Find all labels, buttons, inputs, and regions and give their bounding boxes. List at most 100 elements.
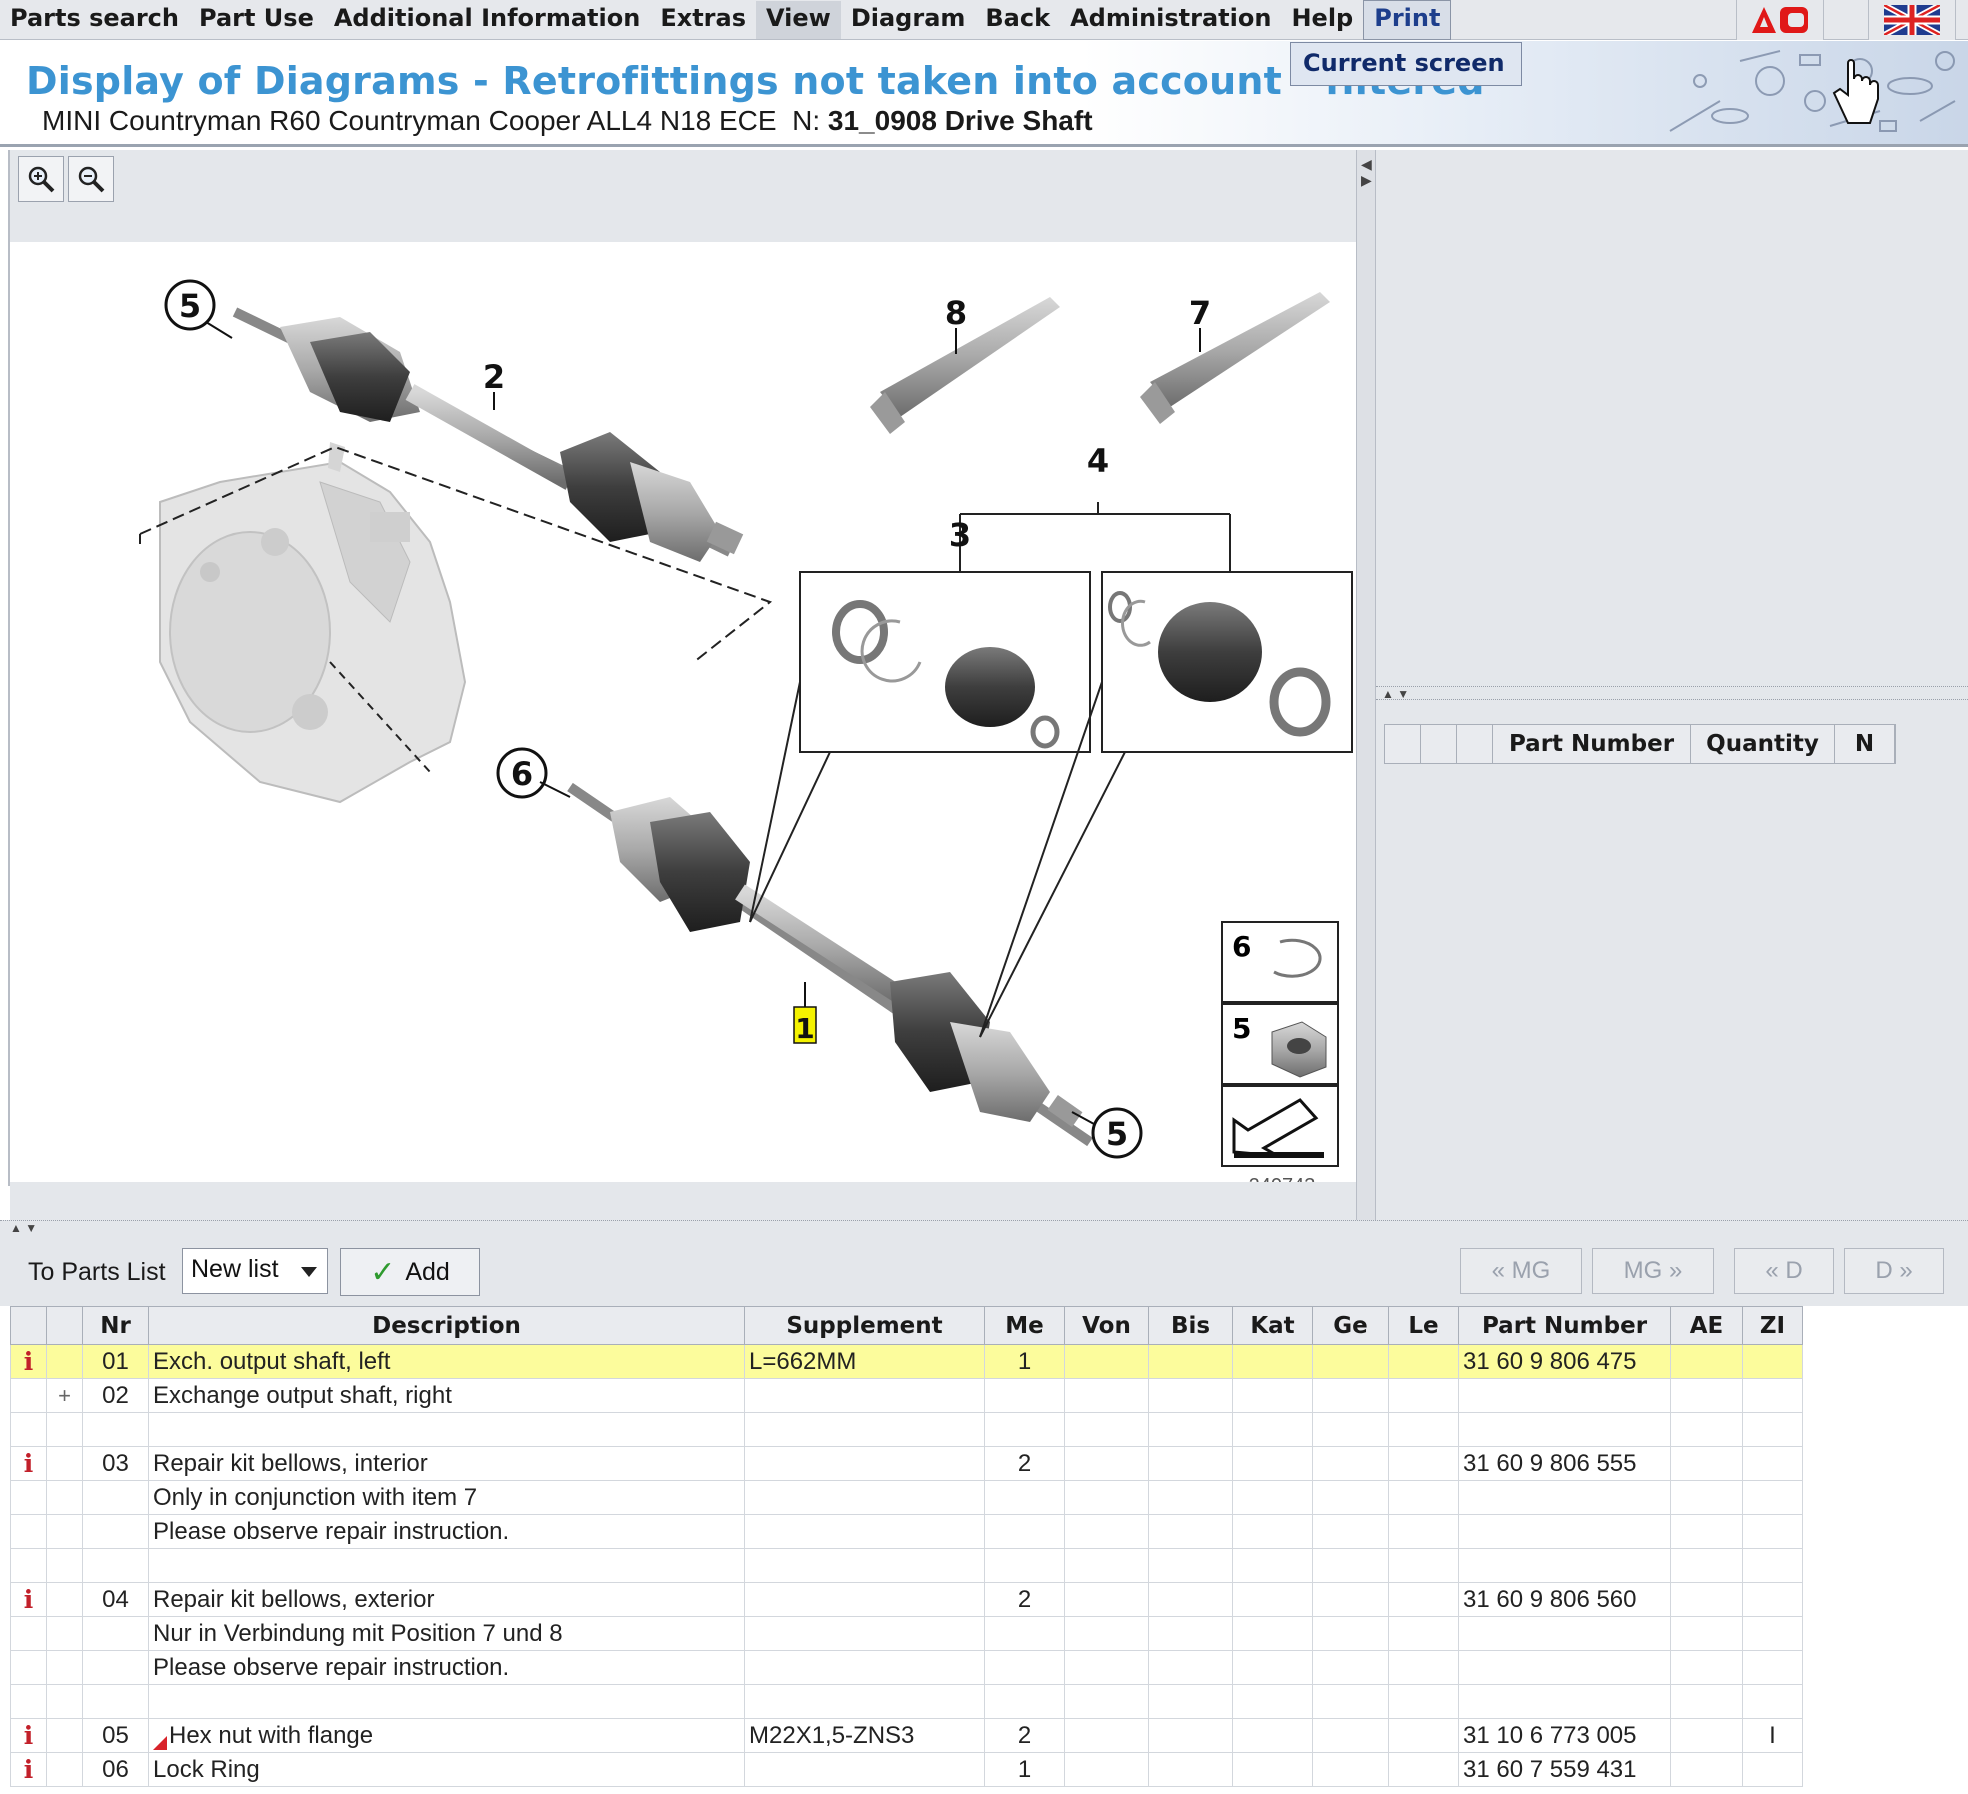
expand-plus-icon: +: [58, 1382, 71, 1408]
table-row[interactable]: i 01 Exch. output shaft, left L=662MM 1 31 60…: [10, 1344, 1803, 1379]
menu-part-use[interactable]: Part Use: [189, 1, 324, 39]
col-me[interactable]: Me: [984, 1306, 1065, 1345]
col-supplement[interactable]: Supplement: [744, 1306, 985, 1345]
col-kat[interactable]: Kat: [1232, 1306, 1313, 1345]
cell-ae: [1670, 1616, 1743, 1651]
callout-8[interactable]: 8: [945, 294, 967, 332]
prev-diagram-button[interactable]: « D: [1734, 1248, 1834, 1294]
splitter-arrows-icon: ◀ ▶: [1361, 156, 1372, 188]
right-pane-splitter[interactable]: ▲ ▼: [1376, 686, 1968, 701]
callout-3[interactable]: 3: [949, 516, 971, 554]
col-quantity[interactable]: Quantity: [1691, 725, 1835, 763]
callout-1-highlighted[interactable]: 1: [795, 1012, 814, 1045]
col-bis[interactable]: Bis: [1148, 1306, 1233, 1345]
cell-description: Please observe repair instruction.: [148, 1650, 745, 1685]
cell-description: [148, 1412, 745, 1447]
drive-shaft-diagram[interactable]: 5 2 8 7 4 3 6 1 5 6 5: [10, 242, 1358, 1182]
table-row[interactable]: Please observe repair instruction.: [10, 1650, 1803, 1685]
cell-quantity-me: 2: [984, 1446, 1065, 1481]
table-row[interactable]: i 06 Lock Ring 1 31 60 7 559 431: [10, 1752, 1803, 1787]
vertical-splitter[interactable]: ◀ ▶: [1356, 150, 1376, 1220]
horizontal-splitter[interactable]: ▲ ▼: [0, 1220, 1968, 1238]
quantity-me-text: 2: [1017, 1449, 1032, 1477]
cell-info-icon[interactable]: i: [10, 1344, 47, 1379]
cell-info-icon[interactable]: i: [10, 1752, 47, 1787]
col-description[interactable]: Description: [148, 1306, 745, 1345]
cell-quantity-me: [984, 1684, 1065, 1719]
vehicle-info: MINI Countryman R60 Countryman Cooper AL…: [42, 105, 1093, 137]
menu-administration[interactable]: Administration: [1060, 1, 1281, 39]
print-current-screen-option[interactable]: Current screen: [1290, 42, 1522, 86]
parts-list-select[interactable]: New list: [182, 1248, 328, 1294]
table-row[interactable]: i 04 Repair kit bellows, exterior 2 31 60 9 …: [10, 1582, 1803, 1617]
col-n[interactable]: N: [1835, 725, 1895, 763]
cell-le: [1388, 1412, 1459, 1447]
menu-view[interactable]: View: [756, 0, 841, 39]
table-row[interactable]: Please observe repair instruction.: [10, 1514, 1803, 1549]
item-nr-text: 05: [102, 1721, 129, 1749]
menu-extras[interactable]: Extras: [650, 1, 756, 39]
cell-ae: [1670, 1446, 1743, 1481]
cell-info-icon[interactable]: i: [10, 1582, 47, 1617]
col-info[interactable]: [10, 1306, 47, 1345]
part-number-text: 31 60 9 806 560: [1463, 1585, 1637, 1613]
lower-drive-shaft: [567, 782, 1093, 1147]
table-row[interactable]: [10, 1548, 1803, 1583]
callout-4[interactable]: 4: [1087, 442, 1109, 480]
menu-parts-search[interactable]: Parts search: [0, 1, 189, 39]
col-mark[interactable]: [46, 1306, 83, 1345]
menu-print[interactable]: Print: [1363, 0, 1452, 40]
col-von[interactable]: Von: [1064, 1306, 1149, 1345]
callout-5-top[interactable]: 5: [179, 287, 201, 325]
table-row[interactable]: Nur in Verbindung mit Position 7 und 8: [10, 1616, 1803, 1651]
cell-le: [1388, 1378, 1459, 1413]
cell-info-icon[interactable]: i: [10, 1446, 47, 1481]
cell-ae: [1670, 1650, 1743, 1685]
next-diagram-button[interactable]: D »: [1844, 1248, 1944, 1294]
col-part-number[interactable]: Part Number: [1458, 1306, 1671, 1345]
callout-7[interactable]: 7: [1189, 294, 1211, 332]
part-number-text: 31 10 6 773 005: [1463, 1721, 1637, 1749]
cell-info-icon[interactable]: i: [10, 1718, 47, 1753]
cell-zi: [1742, 1344, 1803, 1379]
table-row[interactable]: i 03 Repair kit bellows, interior 2 31 60 9 …: [10, 1446, 1803, 1481]
menu-additional-information[interactable]: Additional Information: [324, 1, 650, 39]
cell-supplement: [744, 1650, 985, 1685]
col-zi[interactable]: ZI: [1742, 1306, 1803, 1345]
next-main-group-button[interactable]: MG »: [1592, 1248, 1714, 1294]
col-part-number[interactable]: Part Number: [1493, 725, 1691, 763]
cell-von: [1064, 1446, 1149, 1481]
callout-6[interactable]: 6: [511, 755, 533, 793]
cell-le: [1388, 1650, 1459, 1685]
callout-2[interactable]: 2: [483, 358, 505, 396]
col-nr[interactable]: Nr: [82, 1306, 149, 1345]
menu-help[interactable]: Help: [1281, 1, 1363, 39]
col-le[interactable]: Le: [1388, 1306, 1459, 1345]
group-name: 31_0908 Drive Shaft: [827, 105, 1093, 136]
table-row[interactable]: i 05 Hex nut with flange M22X1,5-ZNS3 2 31 10…: [10, 1718, 1803, 1753]
col-ge[interactable]: Ge: [1312, 1306, 1389, 1345]
zoom-in-button[interactable]: [18, 156, 64, 202]
cell-description: [148, 1684, 745, 1719]
menu-back[interactable]: Back: [975, 1, 1060, 39]
cell-bis: [1148, 1446, 1233, 1481]
table-row[interactable]: Only in conjunction with item 7: [10, 1480, 1803, 1515]
table-row[interactable]: +02 Exchange output shaft, right: [10, 1378, 1803, 1413]
table-row[interactable]: [10, 1412, 1803, 1447]
add-button[interactable]: ✓ Add: [340, 1248, 480, 1296]
cell-von: [1064, 1412, 1149, 1447]
language-flag-button[interactable]: [1868, 0, 1956, 40]
col-ae[interactable]: AE: [1670, 1306, 1743, 1345]
cell-item-nr: [82, 1616, 149, 1651]
cell-quantity-me: [984, 1548, 1065, 1583]
note-marker-icon: [153, 1735, 167, 1750]
description-text: Please observe repair instruction.: [153, 1517, 510, 1545]
callout-5-bottom[interactable]: 5: [1106, 1115, 1128, 1153]
menu-diagram[interactable]: Diagram: [841, 1, 976, 39]
zi-text: I: [1769, 1721, 1776, 1749]
cell-ae: [1670, 1582, 1743, 1617]
ac-indicator-button[interactable]: [1736, 0, 1824, 40]
prev-main-group-button[interactable]: « MG: [1460, 1248, 1582, 1294]
table-row[interactable]: [10, 1684, 1803, 1719]
zoom-out-button[interactable]: [68, 156, 114, 202]
